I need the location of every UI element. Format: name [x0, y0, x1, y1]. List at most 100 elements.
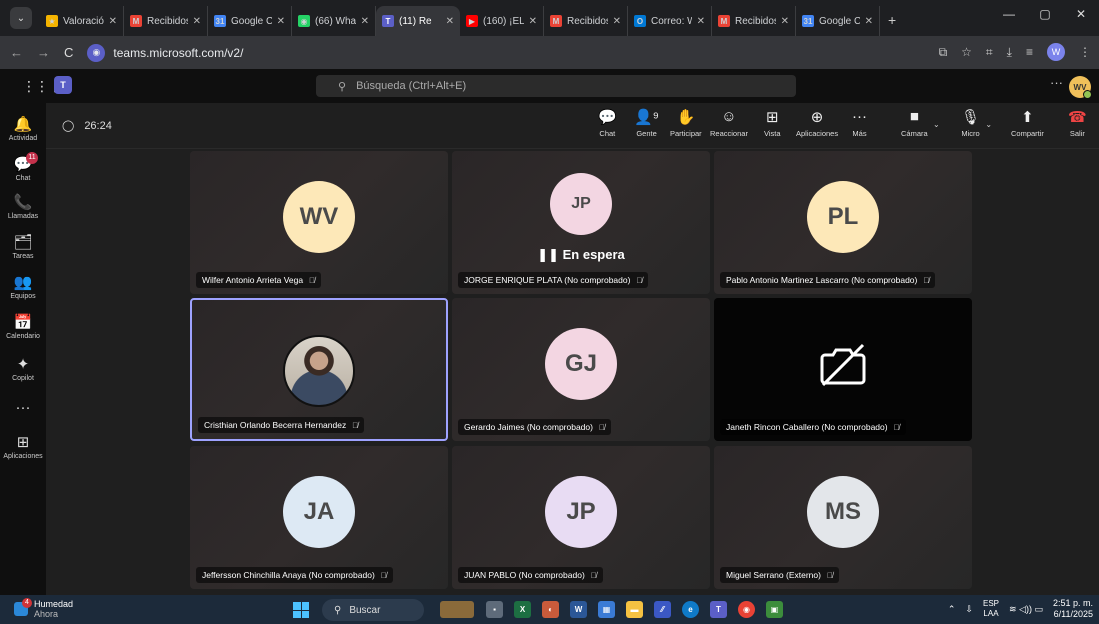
start-button[interactable] [293, 602, 309, 618]
media-icon[interactable]: ≡ [1026, 45, 1033, 59]
new-tab-button[interactable]: + [888, 12, 896, 28]
download-icon[interactable]: ⤓ [1007, 45, 1012, 60]
meeting-tool-button[interactable]: ☺ Reaccionar [710, 108, 748, 138]
rail-item[interactable]: 📞 Llamadas [0, 193, 46, 220]
edge-icon[interactable]: e [682, 601, 699, 618]
meeting-tool-button[interactable]: ⊕ Aplicaciones [796, 108, 838, 138]
teams-taskbar-icon[interactable]: T [710, 601, 727, 618]
taskbar-search[interactable]: ⚲ Buscar [322, 599, 424, 621]
participant-tile[interactable]: Cristhian Orlando Becerra Hernandez 🎙̸ [190, 298, 448, 441]
wifi-icon[interactable]: ≋ ◁)) ▭ [1009, 604, 1043, 615]
participant-tile[interactable]: JA Jeffersson Chinchilla Anaya (No compro… [190, 446, 448, 589]
reload-icon[interactable]: C [64, 45, 73, 60]
extensions-icon[interactable]: ⌗ [986, 45, 993, 60]
rail-item[interactable]: 🔔 Actividad [0, 115, 46, 142]
tab-close-icon[interactable]: ✕ [277, 16, 285, 27]
url-field[interactable]: ◉ teams.microsoft.com/v2/ [87, 43, 243, 62]
tab-close-icon[interactable]: ✕ [109, 16, 117, 27]
rail-item[interactable]: ··· [0, 399, 46, 418]
meeting-tool-button[interactable]: ⬆ Compartir [1011, 108, 1044, 138]
mic-muted-icon: 🎙̸ [923, 275, 930, 285]
browser-tab[interactable]: 31 Google Ca ✕ [796, 6, 880, 36]
install-app-icon[interactable]: ⧉ [939, 45, 948, 60]
word-icon[interactable]: W [570, 601, 587, 618]
profile-avatar[interactable]: W [1047, 43, 1065, 61]
rail-item[interactable]: ✦ Copilot [0, 355, 46, 382]
meeting-tool-button[interactable]: 💬 Chat [598, 108, 617, 138]
tab-close-icon[interactable]: ✕ [781, 16, 789, 27]
app-blue-icon[interactable]: ⁄⁄ [654, 601, 671, 618]
widgets-photo-icon[interactable] [440, 601, 474, 618]
more-options-icon[interactable]: ··· [1050, 75, 1063, 90]
tray-chevron-icon[interactable]: ⌃ [948, 604, 956, 615]
meeting-tool-button[interactable]: ✋ Participar [670, 108, 702, 138]
clock[interactable]: 2:51 p. m. 6/11/2025 [1053, 598, 1093, 620]
browser-tab[interactable]: O Correo: W ✕ [628, 6, 712, 36]
language-indicator[interactable]: ESP LAA [983, 599, 999, 619]
meeting-tool-button[interactable]: ☎ Salir [1068, 108, 1087, 138]
browser-menu-icon[interactable]: ⋮ [1079, 45, 1091, 59]
tab-close-icon[interactable]: ✕ [613, 16, 621, 27]
timer-text: 26:24 [84, 119, 112, 132]
meeting-tool-button[interactable]: 🎙 Micro ⌄ [961, 108, 992, 138]
minimize-icon[interactable]: — [991, 0, 1027, 30]
rail-icon: ✦ [16, 356, 30, 373]
calculator-icon[interactable]: ▦ [598, 601, 615, 618]
tab-close-icon[interactable]: ✕ [865, 16, 873, 27]
app-green-icon[interactable]: ▣ [766, 601, 783, 618]
browser-tab[interactable]: ▶ (160) ¡EL ✕ [460, 6, 544, 36]
rail-item[interactable]: 🗂 Tareas [0, 233, 46, 260]
file-explorer-icon[interactable]: ▬ [626, 601, 643, 618]
search-input[interactable]: ⚲ Búsqueda (Ctrl+Alt+E) [316, 75, 796, 97]
tab-label: (11) Re [399, 15, 432, 27]
browser-tab[interactable]: ◉ (66) Whats ✕ [292, 6, 376, 36]
restore-icon[interactable]: ▢ [1027, 0, 1063, 30]
tab-close-icon[interactable]: ✕ [446, 16, 454, 27]
meeting-tool-button[interactable]: ■ Cámara ⌄ [901, 108, 940, 138]
rail-item[interactable]: 💬 Chat 11 [0, 152, 46, 182]
participant-tile[interactable]: WV Wilfer Antonio Arrieta Vega 🎙̸ [190, 151, 448, 294]
tab-close-icon[interactable]: ✕ [529, 16, 537, 27]
browser-tab-strip: ⌄ ★ Valoración ✕ M Recibidos ✕ 31 Google Ca ✕ ◉ (6… [0, 0, 1099, 36]
task-view-icon[interactable]: ▪ [486, 601, 503, 618]
chrome-icon[interactable]: ◉ [738, 601, 755, 618]
participant-tile[interactable]: MS Miguel Serrano (Externo) 🎙̸ [714, 446, 972, 589]
weather-widget[interactable]: 4 Humedad Ahora [14, 598, 73, 619]
tab-close-icon[interactable]: ✕ [697, 16, 705, 27]
rail-item[interactable]: ⊞ Aplicaciones [0, 433, 46, 460]
participant-tile[interactable]: Janeth Rincon Caballero (No comprobado) 🎙… [714, 298, 972, 441]
chevron-down-icon[interactable]: ⌄ [985, 120, 992, 129]
bookmark-star-icon[interactable]: ☆ [961, 45, 972, 59]
participant-tile[interactable]: PL Pablo Antonio Martinez Lascarro (No co… [714, 151, 972, 294]
copilot-app-icon[interactable]: ◐ [542, 601, 559, 618]
meeting-tool-button[interactable]: ··· Más [852, 108, 867, 138]
meeting-tool-button[interactable]: ⊞ Vista [764, 108, 781, 138]
participant-tile[interactable]: JP ❚❚ En espera JORGE ENRIQUE PLATA (No co… [452, 151, 710, 294]
rail-label: Equipos [10, 293, 36, 300]
participant-tile[interactable]: GJ Gerardo Jaimes (No comprobado) 🎙̸ [452, 298, 710, 441]
back-icon[interactable]: ← [10, 45, 23, 60]
rail-item[interactable]: 👥 Equipos [0, 273, 46, 300]
browser-tab[interactable]: ★ Valoración ✕ [40, 6, 124, 36]
teams-logo-icon: T [54, 76, 72, 94]
excel-icon[interactable]: X [514, 601, 531, 618]
rail-item[interactable]: 📅 Calendario [0, 313, 46, 340]
tab-close-icon[interactable]: ✕ [361, 16, 369, 27]
usb-icon[interactable]: ⇩ [965, 604, 973, 615]
meeting-tool-button[interactable]: 👤⁹ Gente [634, 108, 659, 138]
user-avatar[interactable]: WV [1069, 76, 1092, 99]
browser-tab[interactable]: M Recibidos ✕ [124, 6, 208, 36]
browser-tab[interactable]: T (11) Re ✕ [376, 6, 460, 36]
close-window-icon[interactable]: ✕ [1063, 0, 1099, 30]
chevron-down-icon[interactable]: ⌄ [933, 120, 940, 129]
tab-search-icon[interactable]: ⌄ [10, 7, 32, 29]
participant-tile[interactable]: JP JUAN PABLO (No comprobado) 🎙̸ [452, 446, 710, 589]
forward-icon[interactable]: → [37, 45, 50, 60]
tab-favicon-icon: M [550, 15, 562, 27]
meeting-tool-icon: ⊞ [765, 109, 779, 126]
tab-close-icon[interactable]: ✕ [193, 16, 201, 27]
browser-tab[interactable]: M Recibidos ✕ [712, 6, 796, 36]
browser-tab[interactable]: 31 Google Ca ✕ [208, 6, 292, 36]
browser-tab[interactable]: M Recibidos ✕ [544, 6, 628, 36]
site-info-icon[interactable]: ◉ [87, 43, 106, 62]
